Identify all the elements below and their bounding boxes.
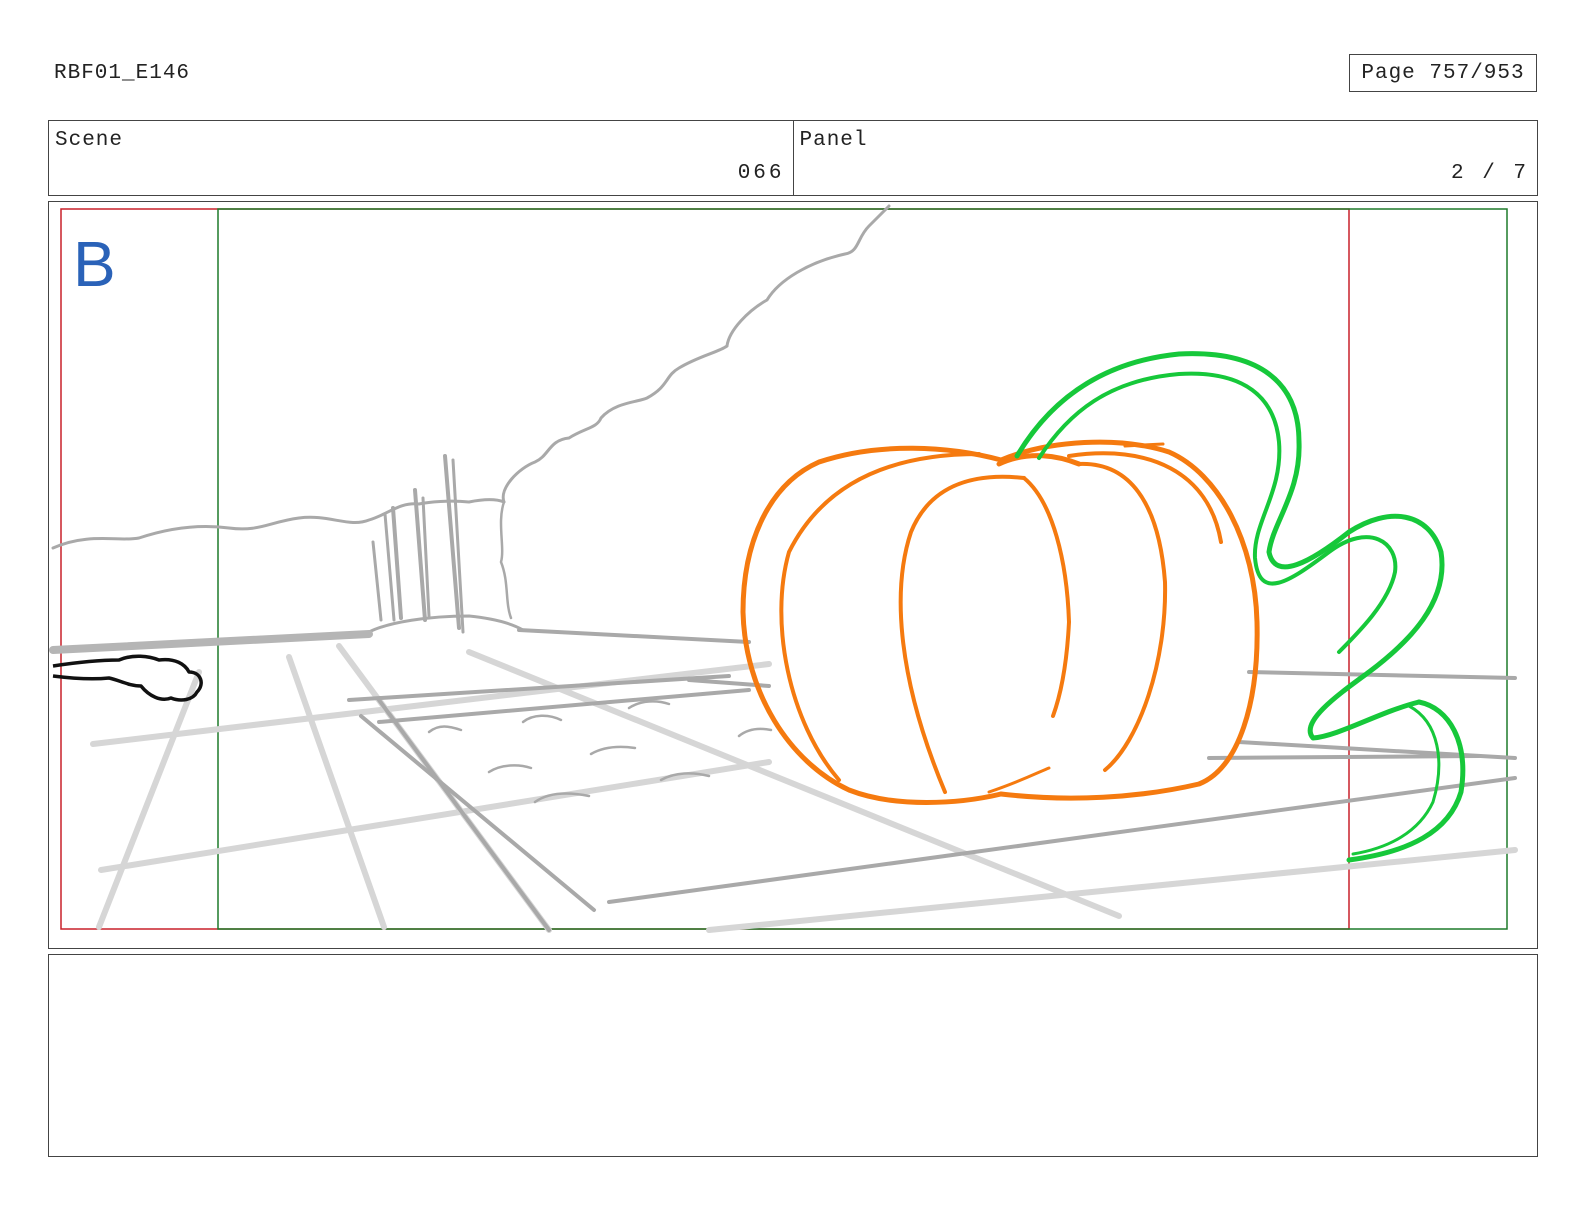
scene-label: Scene <box>55 129 124 152</box>
sketch-drawing: B <box>49 204 1518 933</box>
panel-letter: B <box>73 228 116 300</box>
panel-number: 2 / 7 <box>1450 162 1529 185</box>
storyboard-panel-artwork: B <box>48 201 1538 949</box>
scene-number: 066 <box>737 162 785 185</box>
pumpkin-vine <box>1014 351 1466 863</box>
pumpkin-drawing <box>740 439 1260 805</box>
scene-panel-info: Scene 066 Panel 2 / 7 <box>48 120 1538 196</box>
safe-frame-guide <box>60 208 1350 930</box>
document-id: RBF01_E146 <box>54 62 191 85</box>
page-number: Page 757/953 <box>1349 54 1537 92</box>
panel-cell: Panel 2 / 7 <box>792 121 1538 195</box>
panel-label: Panel <box>799 129 868 152</box>
bush-sketch <box>52 654 203 702</box>
scene-cell: Scene 066 <box>49 121 793 195</box>
panel-notes-box <box>48 954 1538 1157</box>
